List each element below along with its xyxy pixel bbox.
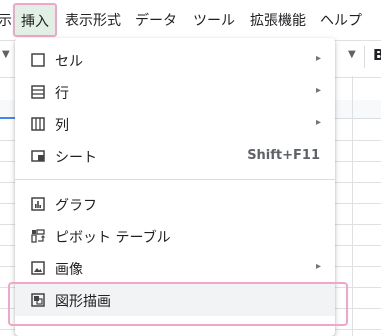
pivot-table-icon — [31, 229, 45, 243]
submenu-arrow-icon: ▸ — [315, 261, 321, 272]
insert-menu: セル ▸ 行 ▸ 列 ▸ シート Shift+F11 グラフ ピボット テーブル… — [15, 38, 335, 336]
menu-view[interactable]: 示 — [0, 10, 12, 30]
chart-icon — [31, 197, 45, 211]
menu-item-label: 画像 — [55, 262, 83, 278]
menu-format[interactable]: 表示形式 — [65, 10, 121, 30]
menu-item-chart[interactable]: グラフ — [15, 188, 335, 220]
font-size-caret-icon[interactable]: ▼ — [348, 49, 356, 60]
toolbar-separator — [364, 46, 365, 68]
bold-button[interactable]: B — [373, 46, 381, 64]
menu-extensions[interactable]: 拡張機能 — [250, 10, 306, 30]
selected-cell-indicator — [0, 117, 16, 119]
image-icon — [31, 261, 45, 275]
cell-icon — [31, 53, 45, 67]
menu-item-label: 図形描画 — [55, 294, 111, 310]
menu-bar: 示 挿入 表示形式 データ ツール 拡張機能 ヘルプ — [0, 0, 381, 40]
menu-item-rows[interactable]: 行 ▸ — [15, 76, 335, 108]
menu-item-cell[interactable]: セル ▸ — [15, 44, 335, 76]
sheet-icon — [31, 150, 45, 162]
menu-item-label: セル — [55, 54, 83, 70]
submenu-arrow-icon: ▸ — [315, 53, 321, 64]
menu-item-label: 列 — [55, 118, 69, 134]
menu-item-label: シート — [55, 150, 97, 166]
menu-data[interactable]: データ — [135, 10, 177, 30]
menu-item-pivot-table[interactable]: ピボット テーブル — [15, 220, 335, 252]
submenu-arrow-icon: ▸ — [315, 85, 321, 96]
menu-item-sheet[interactable]: シート Shift+F11 — [15, 140, 335, 172]
drawing-icon — [31, 293, 45, 307]
menu-divider — [15, 179, 335, 180]
menu-item-label: 行 — [55, 86, 69, 102]
menu-help[interactable]: ヘルプ — [320, 10, 362, 30]
menu-item-drawing[interactable]: 図形描画 — [15, 284, 335, 316]
columns-icon — [31, 117, 45, 131]
menu-item-label: ピボット テーブル — [55, 230, 171, 246]
menu-item-columns[interactable]: 列 ▸ — [15, 108, 335, 140]
menu-item-image[interactable]: 画像 ▸ — [15, 252, 335, 284]
grid-column-line — [352, 76, 353, 336]
menu-tools[interactable]: ツール — [193, 10, 235, 30]
submenu-arrow-icon: ▸ — [315, 117, 321, 128]
rows-icon — [31, 85, 45, 99]
keyboard-shortcut: Shift+F11 — [247, 148, 320, 163]
menu-item-label: グラフ — [55, 198, 97, 214]
toolbar-caret-icon[interactable]: ▼ — [2, 49, 10, 60]
menu-insert[interactable]: 挿入 — [13, 3, 57, 37]
